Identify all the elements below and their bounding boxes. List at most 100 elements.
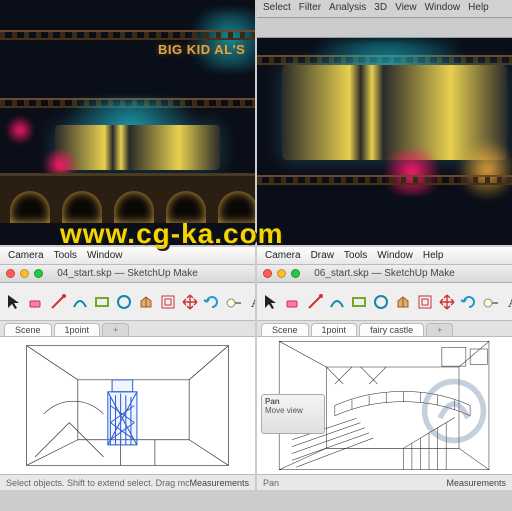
scene-tab[interactable]: fairy castle [359, 323, 424, 336]
arc-tool[interactable] [70, 289, 90, 315]
menu-item[interactable]: Camera [265, 250, 301, 261]
render-panel-top-left: BIG KID AL'S [0, 0, 255, 245]
traffic-lights[interactable] [263, 269, 300, 278]
offset-tool[interactable] [158, 289, 178, 315]
orange-glow [457, 140, 512, 200]
offset-icon [159, 293, 177, 311]
sketchup-viewport[interactable] [0, 337, 255, 474]
scene-tab[interactable]: Scene [261, 323, 309, 336]
zoom-icon[interactable] [34, 269, 43, 278]
arch [218, 191, 255, 223]
text-tool[interactable]: A [246, 289, 255, 315]
arc-icon [328, 293, 346, 311]
status-hint: Pan [263, 478, 446, 488]
sketchup-toolbar[interactable]: A [257, 283, 512, 321]
pushpull-icon [137, 293, 155, 311]
menu-item[interactable]: Window [377, 250, 413, 261]
instructor-body: Move view [265, 406, 303, 415]
mac-menubar[interactable]: Camera Tools Window [0, 247, 255, 265]
move-tool[interactable] [180, 289, 200, 315]
move-tool[interactable] [437, 289, 457, 315]
ps-menu-item[interactable]: View [395, 2, 417, 15]
render-panel-top-right: Select Filter Analysis 3D View Window He… [257, 0, 512, 245]
menu-item[interactable]: Camera [8, 250, 44, 261]
rectangle-icon [350, 293, 368, 311]
scene-tab[interactable]: 1point [311, 323, 358, 336]
instructor-panel[interactable]: Pan Move view [261, 394, 325, 434]
rotate-icon [460, 293, 478, 311]
select-tool[interactable] [261, 289, 281, 315]
wireframe-scene [0, 337, 255, 474]
eraser-tool[interactable] [283, 289, 303, 315]
ps-menu-item[interactable]: Select [263, 2, 291, 15]
tape-icon [482, 293, 500, 311]
photoshop-menubar[interactable]: Select Filter Analysis 3D View Window He… [257, 0, 512, 18]
rotate-icon [203, 293, 221, 311]
circle-tool[interactable] [114, 289, 134, 315]
ps-menu-item[interactable]: 3D [374, 2, 387, 15]
pink-dome [6, 115, 34, 145]
catwalk-upper [0, 30, 255, 40]
close-icon[interactable] [263, 269, 272, 278]
scene-tab[interactable]: 1point [54, 323, 101, 336]
status-hint: Select objects. Shift to extend select. … [6, 478, 189, 488]
circle-icon [115, 293, 133, 311]
minimize-icon[interactable] [20, 269, 29, 278]
select-icon [262, 293, 280, 311]
close-icon[interactable] [6, 269, 15, 278]
ps-menu-item[interactable]: Help [468, 2, 489, 15]
line-tool[interactable] [48, 289, 68, 315]
rectangle-tool[interactable] [92, 289, 112, 315]
ps-menu-item[interactable]: Analysis [329, 2, 366, 15]
circle-tool[interactable] [371, 289, 391, 315]
photoshop-options-bar[interactable] [257, 18, 512, 38]
pushpull-tool[interactable] [136, 289, 156, 315]
arc-icon [71, 293, 89, 311]
window-titlebar[interactable]: 06_start.skp — SketchUp Make [257, 265, 512, 283]
menu-item[interactable]: Help [423, 250, 444, 261]
svg-text:A: A [251, 295, 255, 310]
scene-tabs[interactable]: Scene 1point + [0, 321, 255, 337]
move-icon [438, 293, 456, 311]
text-icon: A [247, 293, 255, 311]
menu-item[interactable]: Draw [311, 250, 334, 261]
menu-item[interactable]: Tools [54, 250, 77, 261]
tape-tool[interactable] [481, 289, 501, 315]
select-tool[interactable] [4, 289, 24, 315]
eraser-icon [27, 293, 45, 311]
sketchup-toolbar[interactable]: A [0, 283, 255, 321]
eraser-tool[interactable] [26, 289, 46, 315]
line-tool[interactable] [305, 289, 325, 315]
sketchup-window-right: Camera Draw Tools Window Help 06_start.s… [257, 247, 512, 490]
measurements-label: Measurements [189, 478, 249, 488]
ps-menu-item[interactable]: Window [425, 2, 461, 15]
text-tool[interactable]: A [503, 289, 512, 315]
ps-menu-item[interactable]: Filter [299, 2, 321, 15]
offset-tool[interactable] [415, 289, 435, 315]
menu-item[interactable]: Tools [344, 250, 367, 261]
arch [62, 191, 102, 223]
cyan-light [180, 10, 255, 70]
rotate-tool[interactable] [202, 289, 222, 315]
scene-tab[interactable]: Scene [4, 323, 52, 336]
traffic-lights[interactable] [6, 269, 43, 278]
rotate-tool[interactable] [459, 289, 479, 315]
zoom-icon[interactable] [291, 269, 300, 278]
instructor-title: Pan [265, 397, 280, 406]
scene-tab-add[interactable]: + [426, 323, 453, 336]
tape-icon [225, 293, 243, 311]
sketchup-viewport[interactable]: Pan Move view [257, 337, 512, 474]
pushpull-tool[interactable] [393, 289, 413, 315]
tape-tool[interactable] [224, 289, 244, 315]
pushpull-icon [394, 293, 412, 311]
menu-item[interactable]: Window [87, 250, 123, 261]
sketchup-window-left: Camera Tools Window 04_start.skp — Sketc… [0, 247, 255, 490]
arc-tool[interactable] [327, 289, 347, 315]
mac-menubar[interactable]: Camera Draw Tools Window Help [257, 247, 512, 265]
neon-sign: BIG KID AL'S [158, 42, 245, 57]
scene-tabs[interactable]: Scene 1point fairy castle + [257, 321, 512, 337]
scene-tab-add[interactable]: + [102, 323, 129, 336]
minimize-icon[interactable] [277, 269, 286, 278]
window-titlebar[interactable]: 04_start.skp — SketchUp Make [0, 265, 255, 283]
rectangle-tool[interactable] [349, 289, 369, 315]
